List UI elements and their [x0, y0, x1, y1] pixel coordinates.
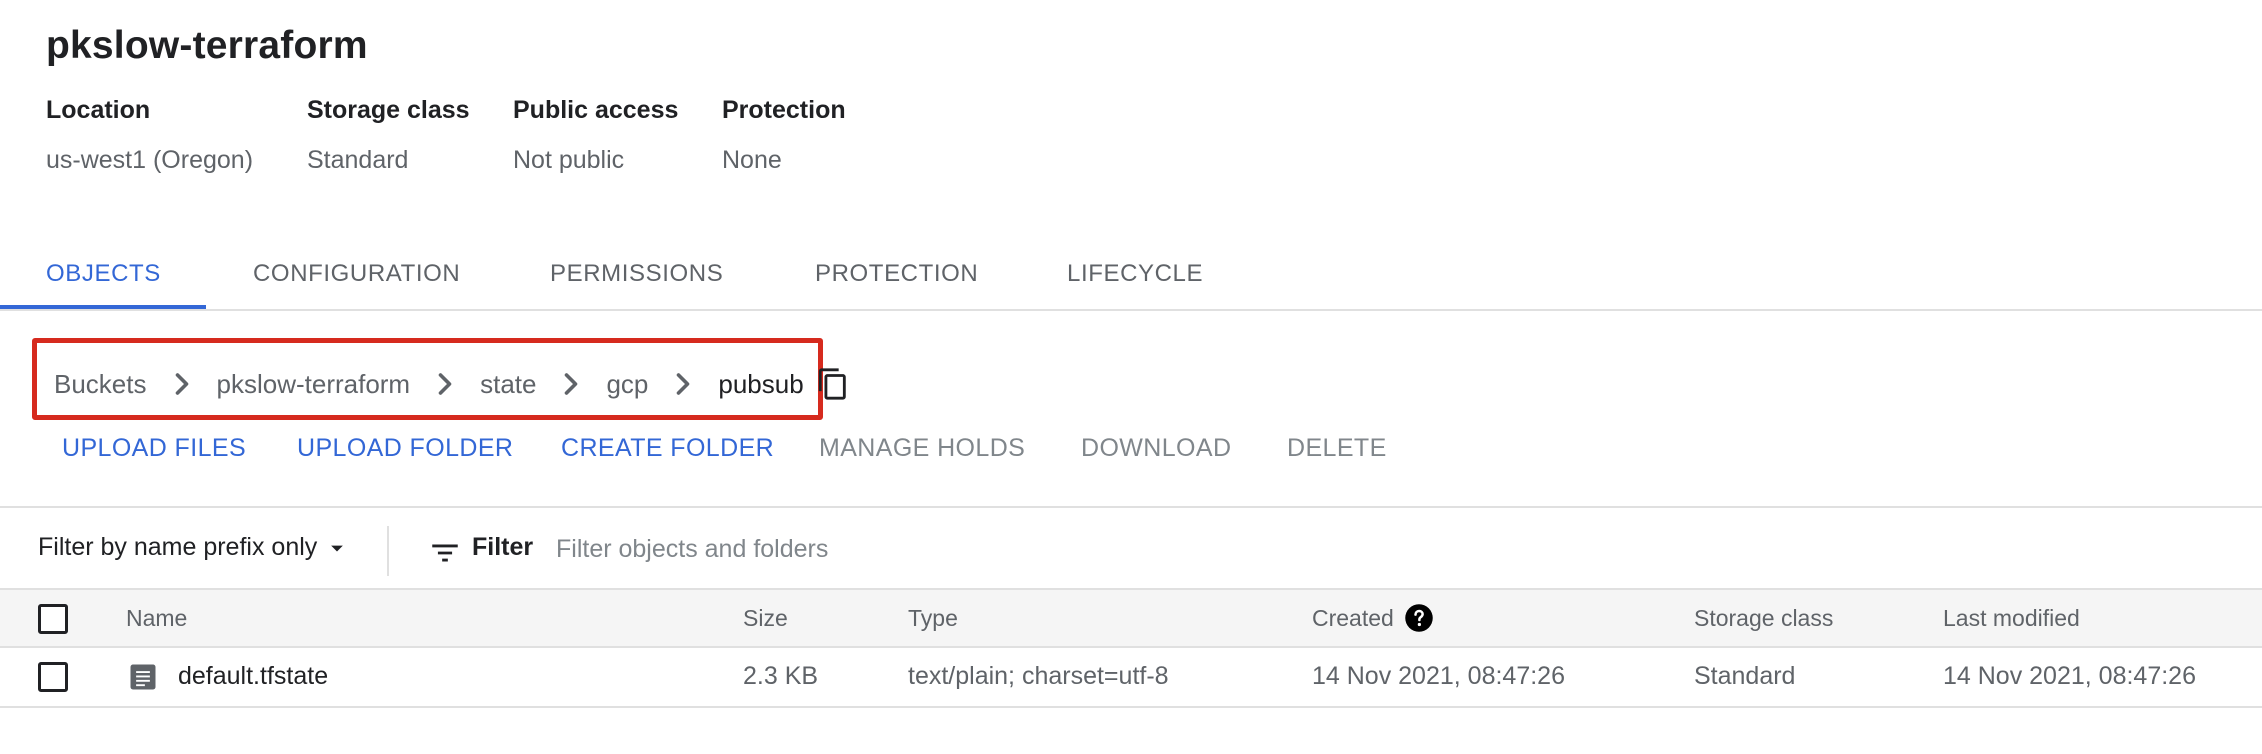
column-header-created-label: Created — [1312, 605, 1394, 631]
select-all-checkbox[interactable] — [38, 604, 68, 634]
breadcrumb-item-buckets[interactable]: Buckets — [54, 369, 147, 400]
objects-table: Name Size Type Created Storage class Las… — [0, 588, 2262, 708]
file-icon — [128, 662, 158, 692]
detail-value: Not public — [513, 146, 625, 174]
detail-location: Location us-west1 (Oregon) — [46, 96, 253, 175]
breadcrumb: Buckets pkslow-terraform state gcp pubsu… — [54, 360, 850, 408]
delete-button[interactable]: DELETE — [1287, 434, 1387, 463]
detail-label: Location — [46, 96, 151, 124]
detail-public-access: Public access Not public — [513, 96, 678, 175]
filter-prefix-label: Filter by name prefix only — [38, 533, 318, 561]
chevron-right-icon — [553, 366, 589, 402]
column-header-last-modified[interactable]: Last modified — [1943, 590, 2080, 646]
upload-files-button[interactable]: UPLOAD FILES — [62, 434, 246, 463]
filter-bar: Filter by name prefix only Filter — [0, 506, 2262, 588]
object-storage-class: Standard — [1694, 662, 1796, 690]
chevron-right-icon — [665, 366, 701, 402]
download-button[interactable]: DOWNLOAD — [1081, 434, 1231, 463]
filter-list-icon — [428, 536, 462, 570]
page-title: pkslow-terraform — [46, 24, 368, 67]
column-header-created[interactable]: Created — [1312, 590, 1434, 646]
object-name-link[interactable]: default.tfstate — [178, 648, 328, 704]
detail-value: Standard — [307, 146, 409, 174]
filter-input[interactable] — [556, 528, 1356, 570]
detail-label: Storage class — [307, 96, 470, 124]
copy-icon[interactable] — [816, 367, 850, 401]
breadcrumb-item-gcp[interactable]: gcp — [606, 369, 648, 400]
tab-bar: OBJECTS CONFIGURATION PERMISSIONS PROTEC… — [0, 240, 2262, 311]
tab-lifecycle[interactable]: LIFECYCLE — [1067, 240, 1203, 311]
filter-divider — [387, 526, 389, 576]
column-header-type[interactable]: Type — [908, 590, 958, 646]
detail-storage-class: Storage class Standard — [307, 96, 470, 175]
detail-protection: Protection None — [722, 96, 846, 175]
object-size: 2.3 KB — [743, 662, 819, 690]
table-header: Name Size Type Created Storage class Las… — [0, 588, 2262, 648]
filter-label: Filter — [472, 533, 534, 561]
bucket-details-page: pkslow-terraform Location us-west1 (Oreg… — [0, 0, 2262, 754]
column-header-name[interactable]: Name — [126, 590, 187, 646]
tab-objects[interactable]: OBJECTS — [46, 240, 161, 311]
create-folder-button[interactable]: CREATE FOLDER — [561, 434, 774, 463]
chevron-right-icon — [164, 366, 200, 402]
breadcrumb-item-current: pubsub — [718, 368, 804, 399]
object-type: text/plain; charset=utf-8 — [908, 662, 1169, 690]
object-last-modified: 14 Nov 2021, 08:47:26 — [1943, 662, 2196, 690]
object-created: 14 Nov 2021, 08:47:26 — [1312, 662, 1565, 690]
active-tab-indicator — [0, 305, 206, 309]
table-row[interactable]: default.tfstate 2.3 KB text/plain; chars… — [0, 648, 2262, 708]
manage-holds-button[interactable]: MANAGE HOLDS — [819, 434, 1025, 463]
detail-value: us-west1 (Oregon) — [46, 146, 254, 174]
breadcrumb-item-bucket[interactable]: pkslow-terraform — [217, 369, 411, 400]
detail-label: Protection — [722, 96, 846, 124]
breadcrumb-item-state[interactable]: state — [480, 369, 536, 400]
tab-permissions[interactable]: PERMISSIONS — [550, 240, 723, 311]
tab-protection[interactable]: PROTECTION — [815, 240, 978, 311]
filter-prefix-dropdown[interactable]: Filter by name prefix only — [38, 533, 351, 562]
caret-down-icon — [323, 534, 351, 562]
column-header-storage-class[interactable]: Storage class — [1694, 590, 1833, 646]
upload-folder-button[interactable]: UPLOAD FOLDER — [297, 434, 513, 463]
chevron-right-icon — [427, 366, 463, 402]
detail-label: Public access — [513, 96, 679, 124]
column-header-size[interactable]: Size — [743, 590, 788, 646]
tab-configuration[interactable]: CONFIGURATION — [253, 240, 460, 311]
help-icon[interactable] — [1404, 603, 1434, 633]
row-checkbox[interactable] — [38, 662, 68, 692]
detail-value: None — [722, 146, 782, 174]
